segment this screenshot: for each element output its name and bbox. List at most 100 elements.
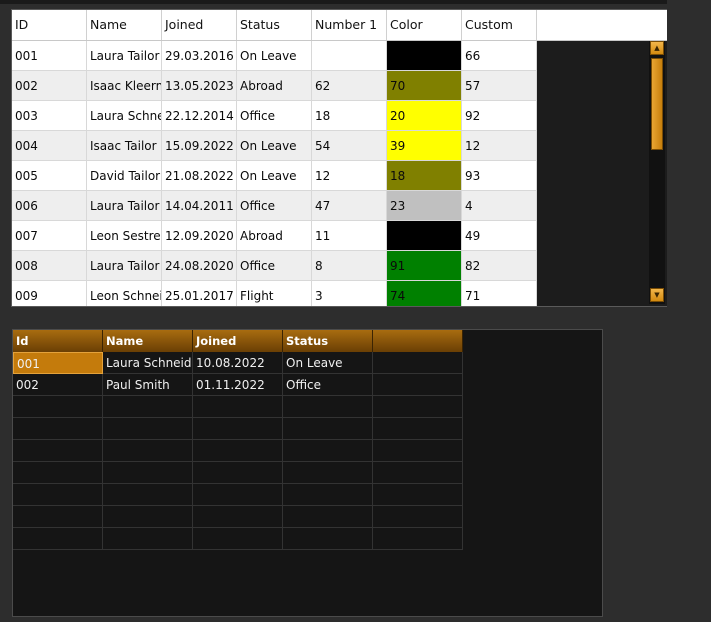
grid1-cell-status[interactable]: Office <box>237 251 312 281</box>
summary-data-grid[interactable]: IdNameJoinedStatus 001Laura Schneider10.… <box>12 329 603 617</box>
grid1-cell-number1[interactable]: 47 <box>312 191 387 221</box>
grid2-cell-id[interactable] <box>13 506 103 528</box>
grid2-cell-name[interactable] <box>103 396 193 418</box>
grid1-cell-joined[interactable]: 15.09.2022 <box>162 131 237 161</box>
grid1-cell-joined[interactable]: 29.03.2016 <box>162 41 237 71</box>
table-row[interactable]: 002 Isaac Kleerm 13.05.2023 Abroad 62 70 57 <box>12 71 537 101</box>
table-row[interactable]: 003 Laura Schnei 22.12.2014 Office 18 20 92 <box>12 101 537 131</box>
grid1-column-header[interactable]: Color <box>387 10 462 40</box>
color-cell[interactable]: 20 <box>387 101 462 131</box>
employee-data-grid[interactable]: ID Name Joined Status Number 1 Color Custom 00… <box>11 9 669 307</box>
grid1-column-header[interactable]: Joined <box>162 10 237 40</box>
table-row[interactable]: 009 Leon Schnei 25.01.2017 Flight 3 74 71 <box>12 281 537 306</box>
grid1-cell-name[interactable]: Laura Tailor <box>87 251 162 281</box>
grid2-cell-name[interactable] <box>103 440 193 462</box>
grid2-cell-status[interactable]: Office <box>283 374 373 396</box>
grid1-cell-custom[interactable]: 12 <box>462 131 537 161</box>
table-row[interactable]: 001Laura Schneider10.08.2022On Leave <box>13 352 463 374</box>
grid2-cell-joined[interactable] <box>193 462 283 484</box>
grid2-column-header[interactable]: Status <box>283 330 373 352</box>
grid2-cell-joined[interactable] <box>193 418 283 440</box>
grid1-cell-status[interactable]: Abroad <box>237 71 312 101</box>
grid2-cell-name[interactable] <box>103 506 193 528</box>
grid2-cell-extra[interactable] <box>373 484 463 506</box>
grid2-cell-joined[interactable] <box>193 484 283 506</box>
grid1-cell-number1[interactable]: 11 <box>312 221 387 251</box>
color-cell[interactable]: 23 <box>387 191 462 221</box>
grid1-cell-name[interactable]: David Tailor <box>87 161 162 191</box>
grid1-cell-id[interactable]: 007 <box>12 221 87 251</box>
grid2-cell-status[interactable] <box>283 462 373 484</box>
grid1-cell-status[interactable]: On Leave <box>237 131 312 161</box>
grid2-cell-id[interactable] <box>13 418 103 440</box>
grid1-cell-id[interactable]: 003 <box>12 101 87 131</box>
grid1-cell-id[interactable]: 008 <box>12 251 87 281</box>
grid2-cell-name[interactable]: Paul Smith <box>103 374 193 396</box>
grid2-cell-extra[interactable] <box>373 418 463 440</box>
grid2-cell-status[interactable]: On Leave <box>283 352 373 374</box>
grid1-cell-custom[interactable]: 93 <box>462 161 537 191</box>
grid1-column-header[interactable]: ID <box>12 10 87 40</box>
grid1-cell-custom[interactable]: 4 <box>462 191 537 221</box>
grid1-cell-status[interactable]: On Leave <box>237 161 312 191</box>
grid1-column-header[interactable]: Number 1 <box>312 10 387 40</box>
table-row[interactable] <box>13 506 463 528</box>
grid1-cell-joined[interactable]: 14.04.2011 <box>162 191 237 221</box>
grid1-cell-joined[interactable]: 13.05.2023 <box>162 71 237 101</box>
grid1-cell-custom[interactable]: 66 <box>462 41 537 71</box>
selected-cell[interactable]: 001 <box>13 352 103 374</box>
grid1-cell-custom[interactable]: 49 <box>462 221 537 251</box>
grid1-cell-name[interactable]: Laura Tailor <box>87 191 162 221</box>
grid1-cell-id[interactable]: 001 <box>12 41 87 71</box>
grid2-cell-name[interactable] <box>103 462 193 484</box>
grid1-cell-joined[interactable]: 21.08.2022 <box>162 161 237 191</box>
grid1-cell-joined[interactable]: 22.12.2014 <box>162 101 237 131</box>
grid2-cell-id[interactable] <box>13 484 103 506</box>
grid1-cell-name[interactable]: Isaac Kleerm <box>87 71 162 101</box>
grid1-cell-custom[interactable]: 71 <box>462 281 537 306</box>
grid2-cell-id[interactable] <box>13 396 103 418</box>
grid2-cell-joined[interactable] <box>193 396 283 418</box>
grid2-cell-joined[interactable]: 01.11.2022 <box>193 374 283 396</box>
grid1-cell-status[interactable]: Office <box>237 101 312 131</box>
scroll-up-button[interactable]: ▲ <box>650 41 664 55</box>
grid2-cell-id[interactable] <box>13 528 103 550</box>
grid1-column-header[interactable]: Name <box>87 10 162 40</box>
grid2-column-header[interactable]: Joined <box>193 330 283 352</box>
grid1-cell-id[interactable]: 002 <box>12 71 87 101</box>
grid1-cell-number1[interactable]: 54 <box>312 131 387 161</box>
grid2-cell-id[interactable] <box>13 462 103 484</box>
grid1-column-header[interactable]: Status <box>237 10 312 40</box>
grid2-cell-name[interactable] <box>103 528 193 550</box>
table-row[interactable]: 004 Isaac Tailor 15.09.2022 On Leave 54 39 12 <box>12 131 537 161</box>
grid1-cell-custom[interactable]: 82 <box>462 251 537 281</box>
color-cell[interactable]: 74 <box>387 281 462 306</box>
grid1-cell-status[interactable]: Abroad <box>237 221 312 251</box>
grid2-cell-status[interactable] <box>283 506 373 528</box>
grid1-cell-joined[interactable]: 25.01.2017 <box>162 281 237 306</box>
grid1-cell-joined[interactable]: 12.09.2020 <box>162 221 237 251</box>
table-row[interactable]: 008 Laura Tailor 24.08.2020 Office 8 91 82 <box>12 251 537 281</box>
grid2-cell-id[interactable] <box>13 440 103 462</box>
grid1-cell-custom[interactable]: 57 <box>462 71 537 101</box>
grid1-cell-status[interactable]: On Leave <box>237 41 312 71</box>
table-row[interactable]: 007 Leon Sestre 12.09.2020 Abroad 11 49 <box>12 221 537 251</box>
grid1-cell-number1[interactable]: 8 <box>312 251 387 281</box>
grid2-cell-joined[interactable] <box>193 440 283 462</box>
color-cell[interactable] <box>387 221 462 251</box>
table-row[interactable] <box>13 462 463 484</box>
grid1-cell-joined[interactable]: 24.08.2020 <box>162 251 237 281</box>
color-cell[interactable] <box>387 41 462 71</box>
table-row[interactable] <box>13 440 463 462</box>
grid2-cell-name[interactable] <box>103 484 193 506</box>
table-row[interactable] <box>13 484 463 506</box>
grid2-cell-extra[interactable] <box>373 528 463 550</box>
grid2-cell-status[interactable] <box>283 484 373 506</box>
table-row[interactable]: 005 David Tailor 21.08.2022 On Leave 12 18 93 <box>12 161 537 191</box>
grid1-cell-name[interactable]: Isaac Tailor <box>87 131 162 161</box>
grid1-cell-number1[interactable]: 12 <box>312 161 387 191</box>
grid2-cell-extra[interactable] <box>373 440 463 462</box>
grid1-cell-number1[interactable]: 62 <box>312 71 387 101</box>
grid1-cell-id[interactable]: 004 <box>12 131 87 161</box>
scroll-down-button[interactable]: ▼ <box>650 288 664 302</box>
